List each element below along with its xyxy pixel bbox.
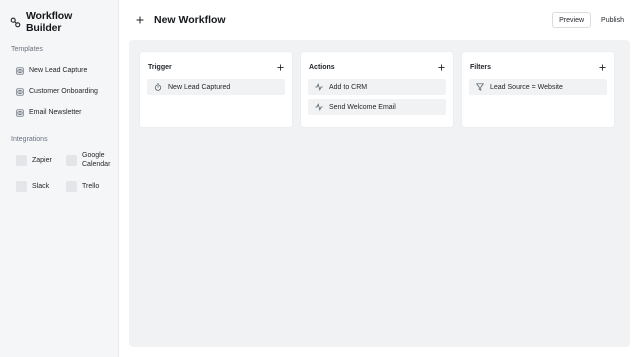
- template-item-label: Email Newsletter: [29, 109, 82, 116]
- activity-icon: [315, 83, 323, 91]
- trigger-panel: Trigger New Lead Captured: [140, 52, 292, 127]
- app-root: Workflow Builder Templates New Lead Capt…: [0, 0, 640, 357]
- filter-node[interactable]: Lead Source = Website: [469, 79, 607, 95]
- new-workflow-plus-button[interactable]: [135, 15, 145, 25]
- filters-panel: Filters Lead Source = Website: [462, 52, 614, 127]
- integration-label: Slack: [32, 182, 50, 190]
- template-item-label: New Lead Capture: [29, 67, 88, 74]
- app-title: Workflow Builder: [25, 10, 73, 34]
- integration-google-calendar[interactable]: Google Calendar: [66, 150, 116, 170]
- page-title: New Workflow: [154, 14, 226, 26]
- preview-button[interactable]: Preview: [552, 12, 592, 28]
- topbar: New Workflow Preview Publish: [129, 0, 630, 40]
- template-icon: [16, 66, 24, 75]
- plus-icon: [437, 63, 445, 71]
- templates-section-label: Templates: [11, 46, 43, 53]
- panel-title: Trigger: [148, 63, 172, 71]
- action-node[interactable]: Send Welcome Email: [308, 99, 446, 115]
- template-item-customer-onboarding[interactable]: Customer Onboarding: [10, 81, 110, 102]
- brand: Workflow Builder: [10, 10, 110, 34]
- filter-icon: [476, 83, 484, 91]
- plus-icon: [598, 63, 606, 71]
- integration-label: Trello: [82, 182, 100, 190]
- plus-icon: [276, 63, 284, 71]
- node-label: New Lead Captured: [168, 83, 231, 91]
- integration-zapier[interactable]: Zapier: [16, 150, 66, 170]
- integration-label: Google Calendar: [82, 152, 111, 168]
- add-filter-button[interactable]: [597, 62, 607, 72]
- panel-title: Actions: [309, 63, 335, 71]
- integration-slack[interactable]: Slack: [16, 176, 66, 196]
- main-area: New Workflow Preview Publish Trigger New…: [119, 0, 640, 357]
- integration-label: Zapier: [32, 156, 52, 164]
- slack-logo-icon: [16, 180, 27, 192]
- sidebar: Workflow Builder Templates New Lead Capt…: [0, 0, 119, 357]
- trigger-node[interactable]: New Lead Captured: [147, 79, 285, 95]
- node-label: Add to CRM: [329, 83, 368, 91]
- template-item-email-newsletter[interactable]: Email Newsletter: [10, 102, 110, 123]
- node-label: Lead Source = Website: [490, 83, 563, 91]
- template-icon: [16, 87, 24, 96]
- panel-title: Filters: [470, 63, 492, 71]
- panel-header: Trigger: [147, 59, 285, 75]
- template-item-new-lead-capture[interactable]: New Lead Capture: [10, 60, 110, 81]
- timer-icon: [154, 83, 162, 91]
- actions-panel: Actions Add to CRM Send Welcome Email: [301, 52, 453, 127]
- activity-icon: [315, 103, 323, 111]
- workflow-canvas[interactable]: Trigger New Lead Captured Actions Add to…: [129, 40, 630, 347]
- template-item-label: Customer Onboarding: [29, 88, 98, 95]
- plus-icon: [136, 16, 144, 24]
- panel-header: Actions: [308, 59, 446, 75]
- integrations-section-label: Integrations: [11, 136, 48, 143]
- integrations-grid: Zapier Google Calendar Slack Trello: [10, 150, 110, 196]
- publish-button[interactable]: Publish: [595, 12, 630, 28]
- add-action-button[interactable]: [436, 62, 446, 72]
- action-node[interactable]: Add to CRM: [308, 79, 446, 95]
- google-calendar-logo-icon: [66, 154, 77, 166]
- template-icon: [16, 108, 24, 117]
- header-actions: Preview Publish: [552, 12, 630, 28]
- node-label: Send Welcome Email: [329, 103, 396, 111]
- title-wrap: New Workflow: [135, 14, 226, 26]
- trello-logo-icon: [66, 180, 77, 192]
- panel-header: Filters: [469, 59, 607, 75]
- integration-trello[interactable]: Trello: [66, 176, 116, 196]
- add-trigger-button[interactable]: [275, 62, 285, 72]
- zapier-logo-icon: [16, 154, 27, 166]
- workflow-logo-icon: [10, 17, 21, 27]
